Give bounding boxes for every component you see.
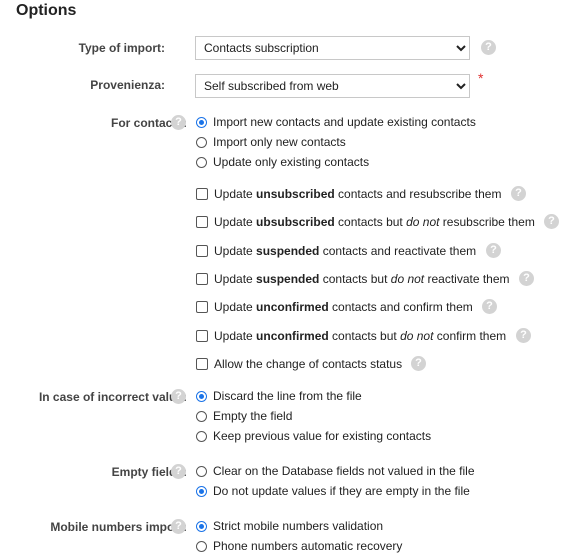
help-icon[interactable]: ?	[516, 328, 531, 343]
checkbox[interactable]	[196, 301, 208, 313]
incorrect-value-radio-option[interactable]: Keep previous value for existing contact…	[196, 428, 431, 444]
type-of-import-help-icon[interactable]: ?	[481, 40, 496, 55]
options-title: Options	[16, 2, 77, 19]
radio-button[interactable]	[196, 116, 207, 128]
help-icon[interactable]: ?	[486, 243, 501, 258]
for-contacts-checkbox-option[interactable]: Update unconfirmed contacts and confirm …	[196, 299, 473, 315]
empty-fields-help-icon[interactable]: ?	[171, 464, 186, 479]
radio-button[interactable]	[196, 520, 207, 532]
type-of-import-label: Type of import:	[78, 41, 165, 55]
type-of-import-select[interactable]: Contacts subscription	[195, 36, 470, 60]
radio-button[interactable]	[196, 136, 207, 148]
radio-button[interactable]	[196, 465, 207, 477]
incorrect-value-help-icon[interactable]: ?	[171, 389, 186, 404]
mobile-numbers-radio-option[interactable]: Strict mobile numbers validation	[196, 518, 383, 534]
for-contacts-checkbox-option[interactable]: Update suspended contacts and reactivate…	[196, 243, 476, 259]
radio-button[interactable]	[196, 156, 207, 168]
radio-label: Import only new contacts	[213, 135, 346, 149]
checkbox-label: Update unconfirmed contacts but do not c…	[214, 329, 507, 343]
for-contacts-checkbox-option[interactable]: Update suspended contacts but do not rea…	[196, 271, 510, 287]
checkbox[interactable]	[196, 216, 208, 228]
help-icon[interactable]: ?	[544, 214, 559, 229]
for-contacts-radio-option[interactable]: Update only existing contacts	[196, 154, 369, 170]
radio-button[interactable]	[196, 390, 207, 402]
radio-label: Strict mobile numbers validation	[213, 519, 384, 533]
empty-fields-radio-option[interactable]: Do not update values if they are empty i…	[196, 483, 470, 499]
checkbox[interactable]	[196, 358, 208, 370]
radio-label: Import new contacts and update existing …	[213, 115, 476, 129]
checkbox[interactable]	[196, 188, 208, 200]
help-icon[interactable]: ?	[519, 271, 534, 286]
radio-button[interactable]	[196, 485, 207, 497]
incorrect-value-radio-option[interactable]: Empty the field	[196, 408, 292, 424]
incorrect-value-radio-option[interactable]: Discard the line from the file	[196, 388, 362, 404]
checkbox[interactable]	[196, 330, 208, 342]
radio-label: Update only existing contacts	[213, 155, 370, 169]
radio-label: Clear on the Database fields not valued …	[213, 464, 475, 478]
checkbox[interactable]	[196, 245, 208, 257]
checkbox-label: Update suspended contacts but do not rea…	[214, 272, 510, 286]
for-contacts-checkbox-option[interactable]: Allow the change of contacts status	[196, 356, 402, 372]
provenienza-select[interactable]: Self subscribed from web	[195, 74, 470, 98]
checkbox[interactable]	[196, 273, 208, 285]
incorrect-value-label: In case of incorrect value:	[38, 390, 187, 404]
radio-label: Keep previous value for existing contact…	[213, 429, 432, 443]
for-contacts-checkbox-option[interactable]: Update unconfirmed contacts but do not c…	[196, 328, 506, 344]
for-contacts-checkbox-option[interactable]: Update unsubscribed contacts and resubsc…	[196, 186, 501, 202]
provenienza-label: Provenienza:	[90, 78, 165, 92]
checkbox-label: Update suspended contacts and reactivate…	[214, 244, 477, 258]
mobile-numbers-label: Mobile numbers import:	[50, 520, 187, 534]
help-icon[interactable]: ?	[411, 356, 426, 371]
radio-button[interactable]	[196, 430, 207, 442]
help-icon[interactable]: ?	[482, 299, 497, 314]
checkbox-label: Update unconfirmed contacts and confirm …	[214, 300, 473, 314]
mobile-numbers-help-icon[interactable]: ?	[171, 519, 186, 534]
help-icon[interactable]: ?	[511, 186, 526, 201]
for-contacts-radio-option[interactable]: Import only new contacts	[196, 134, 346, 150]
checkbox-label: Allow the change of contacts status	[214, 357, 403, 371]
required-asterisk: *	[478, 70, 484, 86]
for-contacts-radio-option[interactable]: Import new contacts and update existing …	[196, 114, 476, 130]
radio-label: Discard the line from the file	[213, 389, 362, 403]
for-contacts-checkbox-option[interactable]: Update ubsubscribed contacts but do not …	[196, 214, 535, 230]
radio-button[interactable]	[196, 540, 207, 552]
empty-fields-radio-option[interactable]: Clear on the Database fields not valued …	[196, 463, 475, 479]
radio-label: Empty the field	[213, 409, 293, 423]
radio-label: Do not update values if they are empty i…	[213, 484, 470, 498]
radio-label: Phone numbers automatic recovery	[213, 539, 403, 553]
radio-button[interactable]	[196, 410, 207, 422]
checkbox-label: Update ubsubscribed contacts but do not …	[214, 215, 535, 229]
for-contacts-help-icon[interactable]: ?	[171, 115, 186, 130]
mobile-numbers-radio-option[interactable]: Phone numbers automatic recovery	[196, 538, 402, 554]
checkbox-label: Update unsubscribed contacts and resubsc…	[214, 187, 502, 201]
